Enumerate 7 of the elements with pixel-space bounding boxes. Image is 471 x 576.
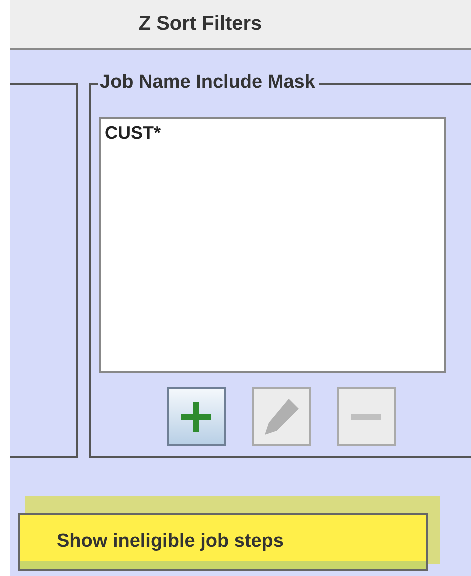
show-ineligible-button[interactable]: Show ineligible job steps	[18, 513, 428, 571]
list-item[interactable]: CUST*	[103, 123, 442, 144]
panel-title: Z Sort Filters	[138, 12, 262, 36]
minus-icon	[351, 414, 381, 420]
plus-icon	[179, 400, 213, 434]
mask-list[interactable]: CUST*	[99, 117, 446, 373]
add-button[interactable]	[166, 387, 226, 446]
